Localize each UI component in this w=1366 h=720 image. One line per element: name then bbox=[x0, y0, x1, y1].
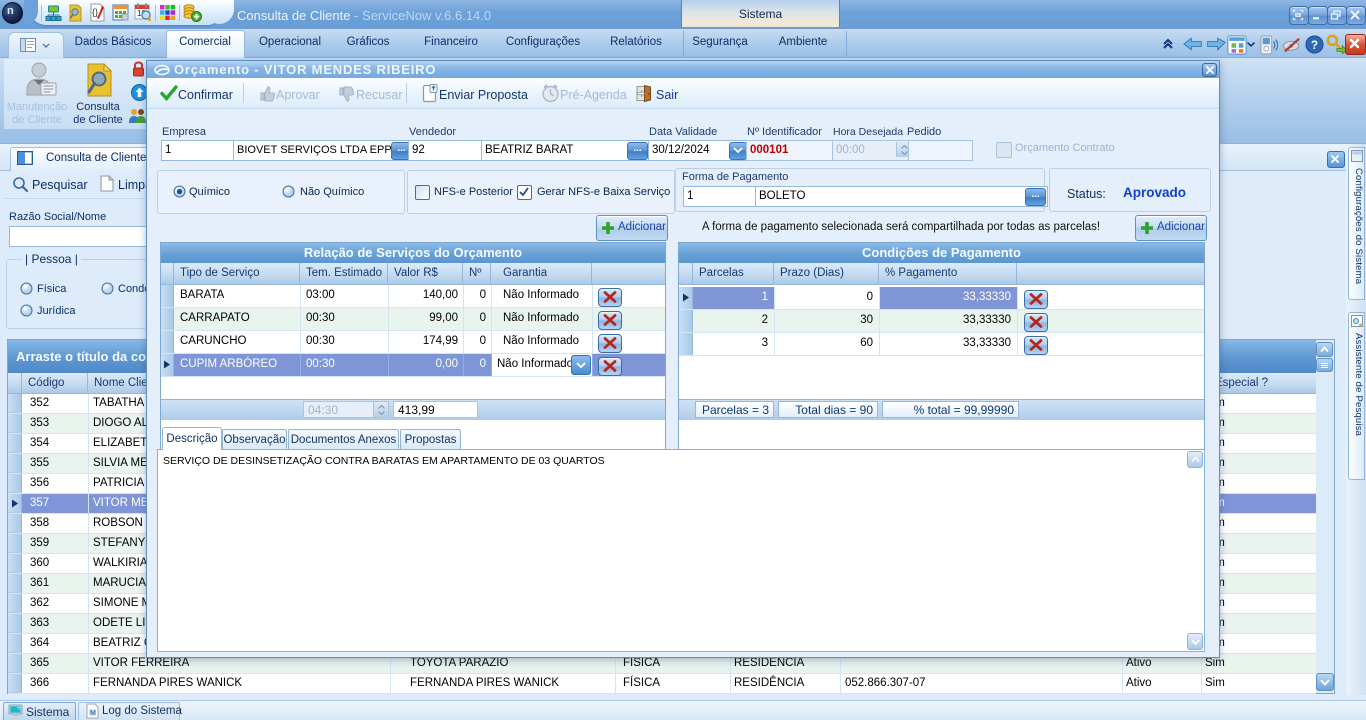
svg-text:?: ? bbox=[1311, 39, 1318, 52]
svg-text:{}: {} bbox=[92, 7, 98, 17]
svg-text:M: M bbox=[90, 710, 96, 717]
